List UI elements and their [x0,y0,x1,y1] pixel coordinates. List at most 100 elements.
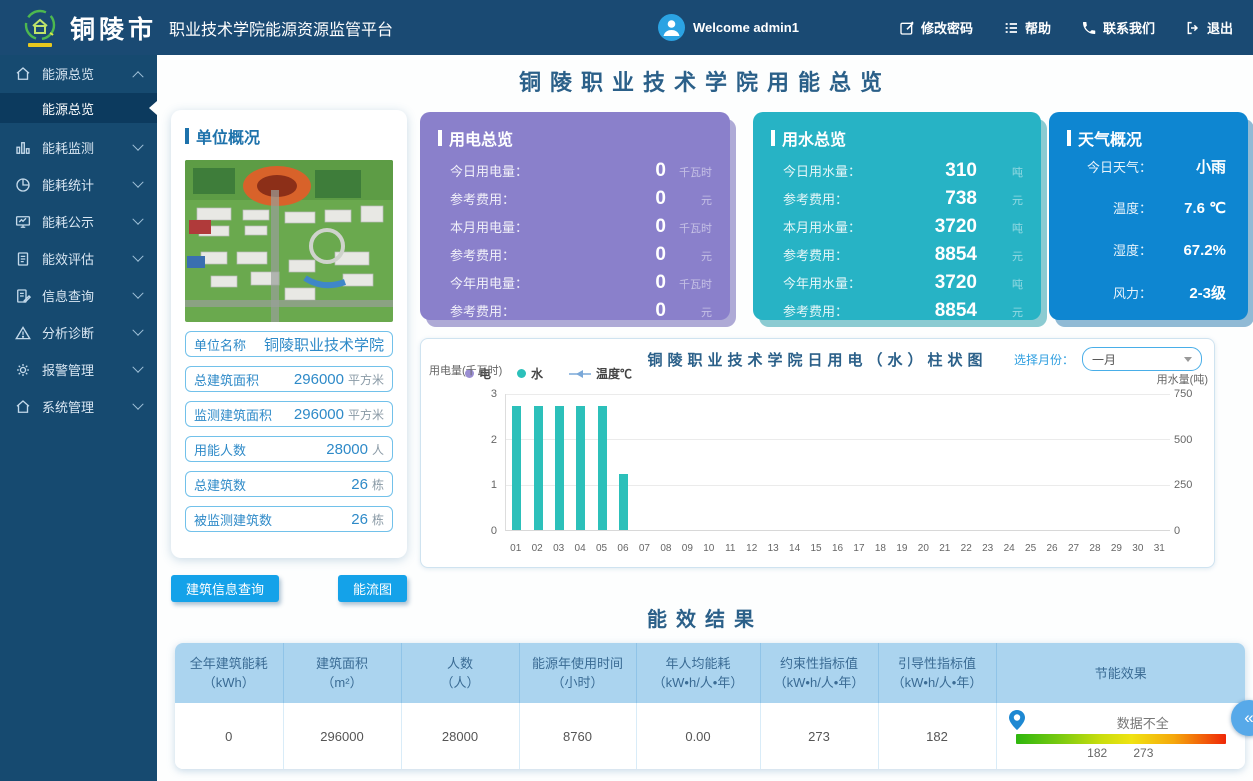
brand-city: 铜陵市 [70,10,157,46]
stat-row: 本月用水量：3720吨 [771,216,1023,242]
right-axis-ticks: 7505002500 [1174,388,1204,537]
results-section-title: 能效结果 [157,603,1253,632]
unit-panel-title: 单位概况 [185,124,393,148]
pie-chart-icon [13,175,32,194]
left-axis-title: 用电量(千瓦时) [429,362,502,378]
cell-annual-energy: 0 [175,703,283,769]
cell-saving-effect: 数据不全 182 273 [996,703,1245,769]
table-header-row: 全年建筑能耗（kWh） 建筑面积（m²） 人数（人） 能源年使用时间（小时） 年… [175,643,1245,703]
header-right: Welcome admin1 修改密码 帮助 联系我们 [658,14,1233,41]
cell-people: 28000 [401,703,519,769]
warning-icon [13,323,32,342]
sidebar-item-energy-statistics[interactable]: 能耗统计 [0,166,157,203]
sidebar-item-energy-efficiency-evaluation[interactable]: 能效评估 [0,240,157,277]
home-icon [13,64,32,83]
col-building-area: 建筑面积（m²） [283,643,401,703]
month-select-label: 选择月份： [1014,351,1074,368]
results-table: 全年建筑能耗（kWh） 建筑面积（m²） 人数（人） 能源年使用时间（小时） 年… [175,643,1245,769]
phone-icon [1081,20,1097,36]
stat-row: 今年用电量：0千瓦时 [438,272,712,298]
chevron-down-icon [132,324,143,335]
help-button[interactable]: 帮助 [1003,18,1051,37]
double-chevron-left-icon: « [1244,708,1253,728]
field-total-building-area: 总建筑面积 296000 平方米 [185,366,393,392]
stat-row: 今日用水量：310吨 [771,160,1023,186]
weather-row: 今日天气：小雨 [1067,156,1230,195]
field-unit-name: 单位名称 铜陵职业技术学院 [185,331,393,357]
energy-flow-diagram-button[interactable]: 能流图 [338,575,407,602]
contact-us-button[interactable]: 联系我们 [1081,18,1155,37]
sidebar-item-information-query[interactable]: 信息查询 [0,277,157,314]
month-select-group: 选择月份： 一月 [1014,347,1202,371]
avatar [658,14,685,41]
logout-button[interactable]: 退出 [1185,18,1233,37]
saving-effect-gauge: 数据不全 182 273 [1016,713,1226,760]
stat-row: 参考费用：8854元 [771,300,1023,326]
list-icon [1003,20,1019,36]
main-content: 铜陵职业技术学院用能总览 单位概况 [157,55,1253,781]
sidebar-subitem-energy-overview[interactable]: 能源总览 [0,93,157,123]
edit-doc-icon [13,286,32,305]
stat-row: 参考费用：8854元 [771,244,1023,270]
legend-temperature: 温度℃ [569,365,632,382]
electricity-panel-title: 用电总览 [438,126,712,150]
gauge-pin-icon [1009,710,1025,730]
col-saving-effect: 节能效果 [996,643,1245,703]
gauge-scale-min: 182 [1087,746,1107,760]
sidebar-item-energy-publicity[interactable]: 能耗公示 [0,203,157,240]
chevron-down-icon [132,176,143,187]
building-info-query-button[interactable]: 建筑信息查询 [171,575,279,602]
stat-row: 参考费用：0元 [438,244,712,270]
welcome-text: Welcome admin1 [693,20,799,35]
unit-buttons: 建筑信息查询 能流图 [171,575,407,602]
app: 铜陵市 职业技术学院能源资源监管平台 Welcome admin1 修改密码 [0,0,1253,781]
legend-water: 水 [517,365,543,382]
col-constraint: 约束性指标值（kW•h/人•年） [760,643,878,703]
col-guide: 引导性指标值（kW•h/人•年） [878,643,996,703]
chevron-down-icon [132,361,143,372]
col-annual-energy: 全年建筑能耗（kWh） [175,643,283,703]
platform-logo [20,7,60,49]
stat-row: 本月用电量：0千瓦时 [438,216,712,242]
cell-constraint: 273 [760,703,878,769]
chevron-up-icon [132,71,143,82]
weather-row: 湿度：67.2% [1067,240,1230,279]
sidebar-item-alarm-management[interactable]: 报警管理 [0,351,157,388]
brand-platform: 职业技术学院能源资源监管平台 [169,16,393,40]
campus-aerial-image [185,160,393,322]
stat-row: 参考费用：738元 [771,188,1023,214]
report-icon [13,249,32,268]
col-people: 人数（人） [401,643,519,703]
x-axis-labels: 0102030405060708091011121314151617181920… [505,543,1170,554]
electricity-overview-panel: 用电总览 今日用电量：0千瓦时 参考费用：0元 本月用电量：0千瓦时 参考费用：… [420,112,730,320]
field-monitored-buildings: 被监测建筑数 26 栋 [185,506,393,532]
col-annual-hours: 能源年使用时间（小时） [519,643,636,703]
change-password-button[interactable]: 修改密码 [899,18,973,37]
sidebar-item-system-management[interactable]: 系统管理 [0,388,157,425]
sidebar-item-analysis-diagnosis[interactable]: 分析诊断 [0,314,157,351]
month-select-dropdown[interactable]: 一月 [1082,347,1202,371]
user-welcome: Welcome admin1 [658,14,799,41]
stat-row: 参考费用：0元 [438,300,712,326]
col-per-capita: 年人均能耗（kW•h/人•年） [636,643,760,703]
daily-usage-chart-panel: 铜陵职业技术学院日用电（水）柱状图 选择月份： 一月 电 水 [420,338,1215,568]
sidebar-item-energy-monitoring[interactable]: 能耗监测 [0,129,157,166]
edit-icon [899,20,915,36]
gear-icon [13,360,32,379]
temperature-line-icon [569,369,591,379]
cell-guide: 182 [878,703,996,769]
left-axis-ticks: 3210 [475,388,497,537]
bar-chart-icon [13,138,32,157]
field-total-buildings: 总建筑数 26 栋 [185,471,393,497]
bars-layer [506,394,1170,530]
gauge-scale: 182 273 [1016,744,1226,760]
logout-icon [1185,20,1201,36]
stat-row: 今日用电量：0千瓦时 [438,160,712,186]
sidebar-item-energy-overview[interactable]: 能源总览 [0,55,157,92]
water-dot-icon [517,369,526,378]
field-energy-users: 用能人数 28000 人 [185,436,393,462]
cell-per-capita: 0.00 [636,703,760,769]
chevron-down-icon [132,398,143,409]
sidebar: 能源总览 能源总览 能耗监测 能耗统计 能耗公示 [0,55,157,781]
brand: 铜陵市 职业技术学院能源资源监管平台 [20,7,393,49]
